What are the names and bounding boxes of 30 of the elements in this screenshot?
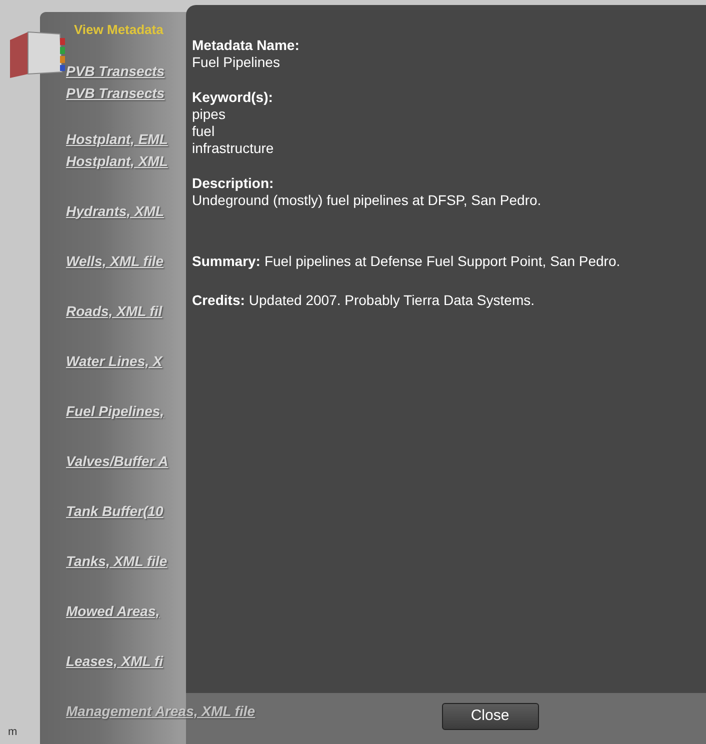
panel-title: View Metadata: [74, 21, 164, 39]
file-link[interactable]: Mowed Areas,: [66, 600, 160, 622]
field-label: Description:: [192, 175, 275, 192]
file-link[interactable]: Tank Buffer(10: [66, 500, 164, 522]
file-link[interactable]: PVB Transects: [66, 82, 165, 104]
close-button[interactable]: Close: [442, 703, 538, 730]
file-link[interactable]: Hostplant, XML: [66, 150, 168, 172]
file-link[interactable]: Wells, XML file: [66, 250, 164, 272]
field-value: Undeground (mostly) fuel pipelines at DFSP, San Pedro.: [192, 192, 542, 209]
file-link[interactable]: Valves/Buffer A: [66, 450, 168, 472]
field-value: infrastructure: [192, 140, 275, 157]
file-link[interactable]: PVB Transects: [66, 60, 165, 82]
field-label: Credits:: [192, 291, 245, 310]
field-value: Fuel pipelines at Defense Fuel Support Point, San Pedro.: [264, 252, 620, 271]
field-value: Updated 2007. Probably Tierra Data Systems.: [248, 291, 534, 310]
file-link[interactable]: Tanks, XML file: [66, 550, 168, 572]
file-link[interactable]: Hydrants, XML: [66, 200, 164, 222]
file-link[interactable]: Roads, XML fil: [66, 300, 162, 322]
file-link[interactable]: Water Lines, X: [66, 350, 162, 372]
field-label: Summary:: [192, 252, 260, 271]
side-label: m: [8, 724, 18, 740]
field-label: Metadata Name:: [192, 37, 300, 54]
file-link[interactable]: Fuel Pipelines,: [66, 400, 164, 422]
field-label: Keyword(s):: [192, 89, 274, 106]
field-value: pipes: [192, 106, 226, 123]
file-link[interactable]: Leases, XML fi: [66, 650, 164, 672]
file-link[interactable]: Hostplant, EML: [66, 128, 168, 150]
field-value: Fuel Pipelines: [192, 54, 281, 71]
field-value: fuel: [192, 123, 216, 140]
file-link[interactable]: Management Areas, XML file: [66, 700, 256, 722]
